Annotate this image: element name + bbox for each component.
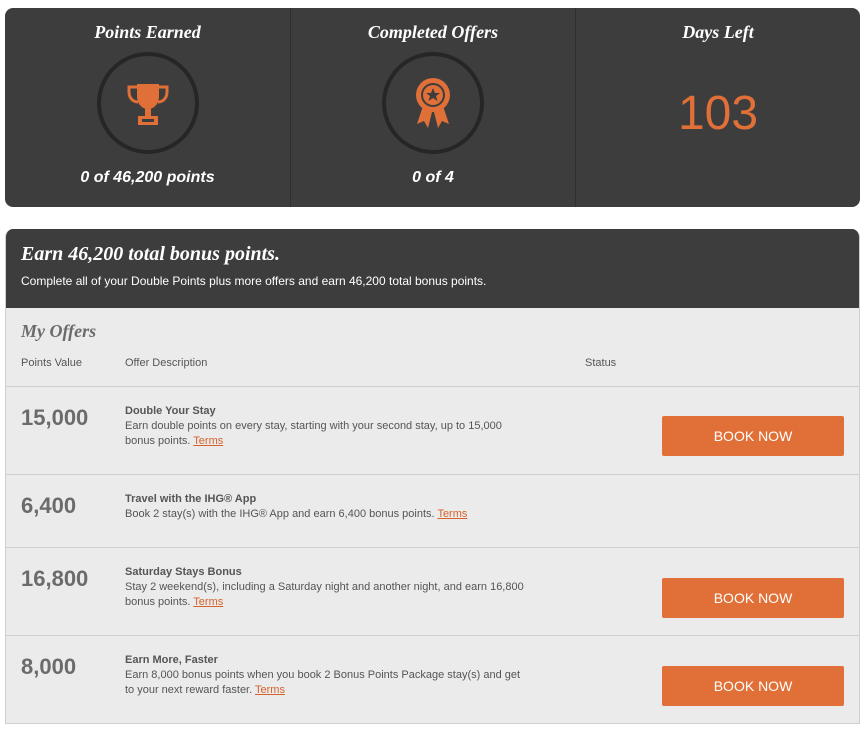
award-ribbon-icon	[411, 76, 455, 130]
book-now-button[interactable]: BOOK NOW	[662, 666, 844, 706]
offers-description: Complete all of your Double Points plus …	[21, 274, 487, 288]
offer-title: Travel with the IHG® App	[125, 493, 257, 505]
offer-points-value: 8,000	[21, 654, 77, 679]
progress-stats-panel: Points Earned 0 of 46,200 points Complet…	[5, 8, 860, 207]
points-earned-stat: Points Earned 0 of 46,200 points	[5, 8, 290, 207]
offer-description-text: Stay 2 weekend(s), including a Saturday …	[125, 581, 524, 608]
offer-description: Stay 2 weekend(s), including a Saturday …	[125, 580, 525, 610]
offers-panel: Earn 46,200 total bonus points. Complete…	[5, 229, 860, 724]
trophy-icon	[123, 78, 173, 128]
offer-description: Earn double points on every stay, starti…	[125, 419, 525, 449]
offer-description: Earn 8,000 bonus points when you book 2 …	[125, 668, 525, 698]
offers-heading: Earn 46,200 total bonus points.	[21, 243, 280, 265]
column-header-status: Status	[585, 357, 617, 369]
offer-description-text: Book 2 stay(s) with the IHG® App and ear…	[125, 508, 435, 520]
column-header-offer-description: Offer Description	[125, 357, 208, 369]
offer-description: Book 2 stay(s) with the IHG® App and ear…	[125, 507, 525, 522]
offers-header: Earn 46,200 total bonus points. Complete…	[6, 229, 859, 308]
completed-offers-ring	[382, 52, 484, 154]
completed-offers-stat: Completed Offers 0 of 4	[290, 8, 575, 207]
terms-link[interactable]: Terms	[193, 435, 223, 447]
my-offers-title: My Offers	[21, 321, 97, 341]
points-earned-ring	[96, 52, 199, 154]
days-left-title: Days Left	[682, 22, 754, 42]
terms-link[interactable]: Terms	[437, 508, 467, 520]
offer-points-value: 16,800	[21, 566, 89, 591]
offer-description-text: Earn 8,000 bonus points when you book 2 …	[125, 669, 521, 696]
offer-points-value: 6,400	[21, 493, 77, 518]
completed-offers-value: 0 of 4	[412, 169, 454, 186]
days-left-value: 103	[677, 87, 759, 140]
offer-title: Saturday Stays Bonus	[125, 566, 242, 578]
terms-link[interactable]: Terms	[193, 596, 223, 608]
completed-offers-title: Completed Offers	[367, 22, 499, 42]
offer-points-value: 15,000	[21, 405, 89, 430]
book-now-button[interactable]: BOOK NOW	[662, 416, 844, 456]
offer-row: 15,000 Double Your Stay Earn double poin…	[6, 386, 859, 474]
offer-description-text: Earn double points on every stay, starti…	[125, 420, 502, 447]
offer-title: Earn More, Faster	[125, 654, 218, 666]
offer-title: Double Your Stay	[125, 405, 216, 417]
offer-row: 16,800 Saturday Stays Bonus Stay 2 weeke…	[6, 547, 859, 635]
offer-row: 6,400 Travel with the IHG® App Book 2 st…	[6, 474, 859, 547]
points-earned-title: Points Earned	[94, 22, 201, 42]
column-header-points-value: Points Value	[21, 357, 82, 369]
days-left-stat: Days Left 103	[575, 8, 860, 207]
terms-link[interactable]: Terms	[255, 684, 285, 696]
book-now-button[interactable]: BOOK NOW	[662, 578, 844, 618]
points-earned-value: 0 of 46,200 points	[80, 169, 215, 186]
offer-row: 8,000 Earn More, Faster Earn 8,000 bonus…	[6, 635, 859, 723]
